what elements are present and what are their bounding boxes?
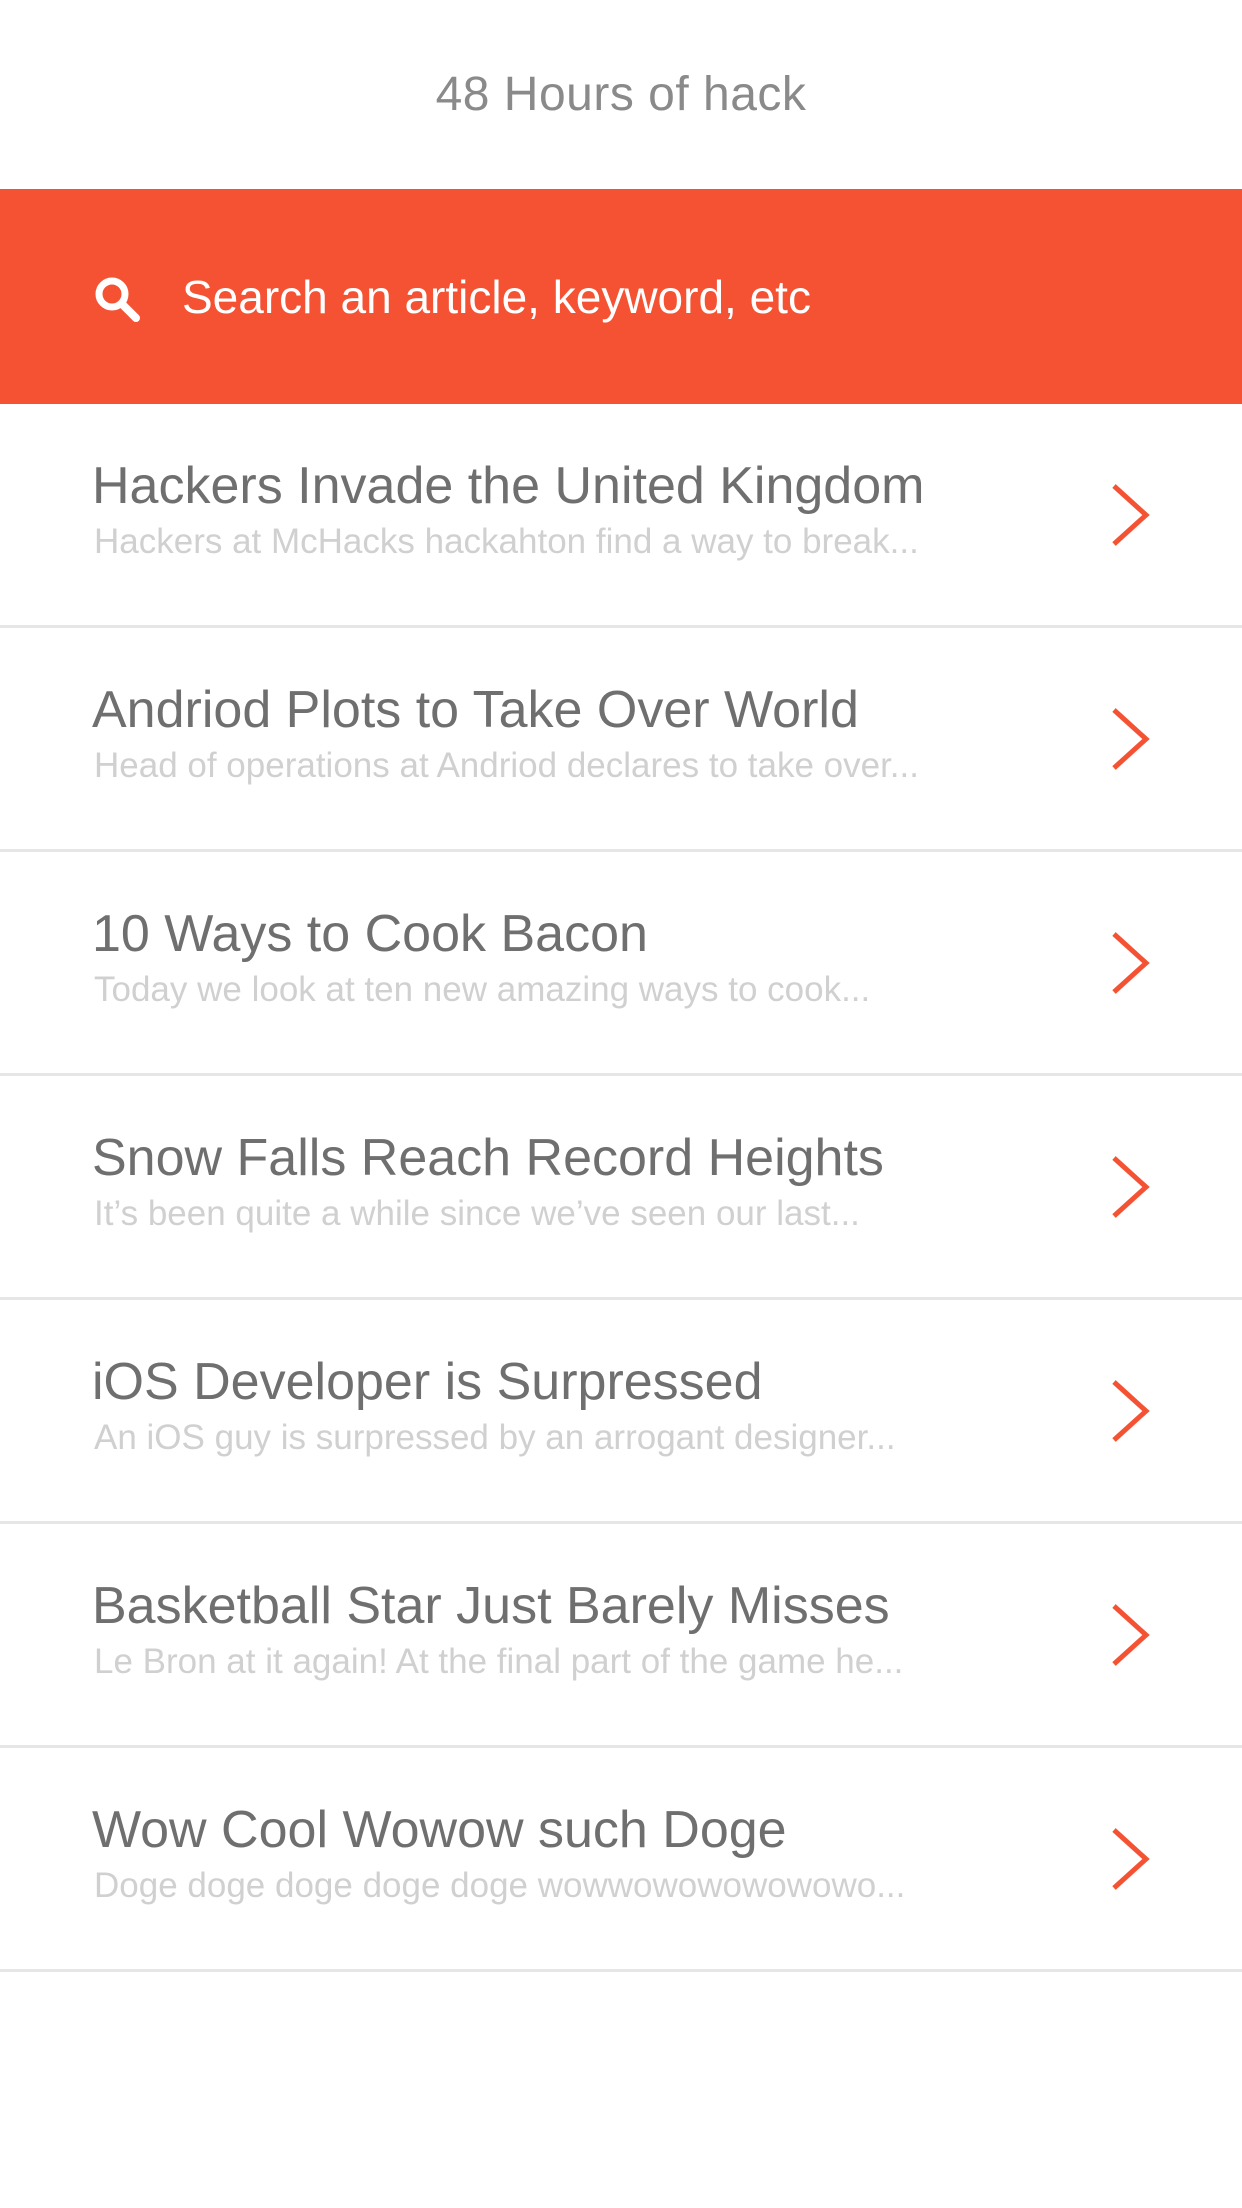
search-input[interactable]: [182, 267, 1142, 327]
article-title: Wow Cool Wowow such Doge: [92, 1801, 787, 1859]
article-title: Andriod Plots to Take Over World: [92, 681, 859, 739]
search-bar[interactable]: [0, 189, 1242, 404]
list-item[interactable]: iOS Developer is Surpressed An iOS guy i…: [0, 1300, 1242, 1524]
article-title: Basketball Star Just Barely Misses: [92, 1577, 890, 1635]
chevron-right-icon[interactable]: [1108, 1378, 1152, 1444]
app-header: 48 Hours of hack: [0, 0, 1242, 189]
article-subtitle: Hackers at McHacks hackahton find a way …: [94, 522, 919, 561]
article-list: Hackers Invade the United Kingdom Hacker…: [0, 404, 1242, 1972]
article-title: 10 Ways to Cook Bacon: [92, 905, 648, 963]
chevron-right-icon[interactable]: [1108, 706, 1152, 772]
article-subtitle: Doge doge doge doge doge wowwowowowowowo…: [94, 1866, 906, 1905]
article-title: iOS Developer is Surpressed: [92, 1353, 763, 1411]
list-item[interactable]: Andriod Plots to Take Over World Head of…: [0, 628, 1242, 852]
chevron-right-icon[interactable]: [1108, 1154, 1152, 1220]
chevron-right-icon[interactable]: [1108, 1826, 1152, 1892]
page-title: 48 Hours of hack: [435, 68, 807, 121]
chevron-right-icon[interactable]: [1108, 1602, 1152, 1668]
list-item[interactable]: 10 Ways to Cook Bacon Today we look at t…: [0, 852, 1242, 1076]
list-item[interactable]: Hackers Invade the United Kingdom Hacker…: [0, 404, 1242, 628]
article-title: Hackers Invade the United Kingdom: [92, 457, 925, 515]
article-subtitle: An iOS guy is surpressed by an arrogant …: [94, 1418, 896, 1457]
chevron-right-icon[interactable]: [1108, 930, 1152, 996]
list-item[interactable]: Snow Falls Reach Record Heights It’s bee…: [0, 1076, 1242, 1300]
article-subtitle: It’s been quite a while since we’ve seen…: [94, 1194, 860, 1233]
article-subtitle: Le Bron at it again! At the final part o…: [94, 1642, 904, 1681]
article-subtitle: Head of operations at Andriod declares t…: [94, 746, 919, 785]
chevron-right-icon[interactable]: [1108, 482, 1152, 548]
search-icon: [95, 277, 140, 322]
article-subtitle: Today we look at ten new amazing ways to…: [94, 970, 871, 1009]
article-title: Snow Falls Reach Record Heights: [92, 1129, 884, 1187]
list-item[interactable]: Wow Cool Wowow such Doge Doge doge doge …: [0, 1748, 1242, 1972]
list-item[interactable]: Basketball Star Just Barely Misses Le Br…: [0, 1524, 1242, 1748]
